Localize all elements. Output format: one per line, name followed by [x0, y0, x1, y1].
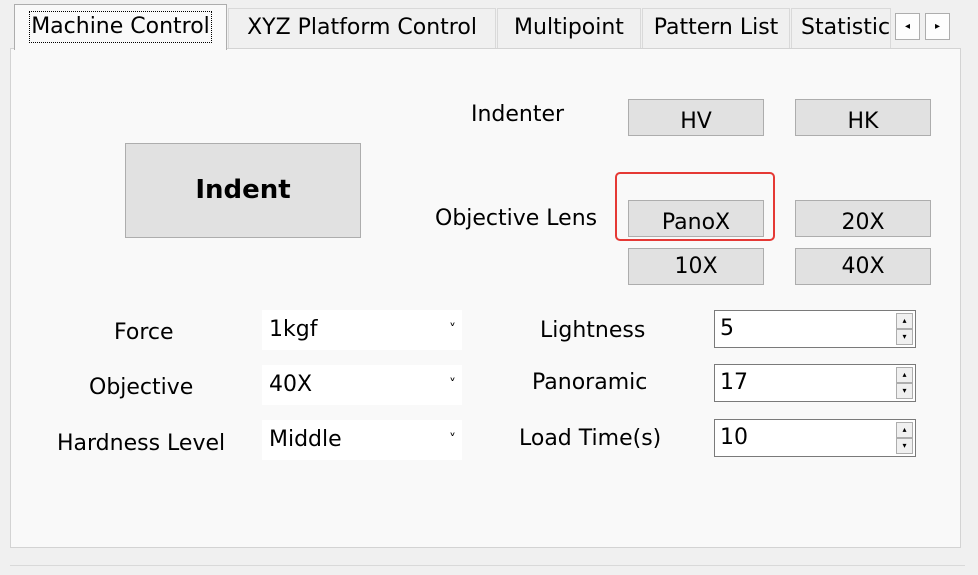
indenter-label: Indenter [471, 102, 565, 127]
panoramic-label: Panoramic [532, 370, 648, 395]
tab-statistic[interactable]: Statistic [791, 8, 891, 48]
divider [10, 565, 965, 566]
tab-multipoint[interactable]: Multipoint [497, 8, 641, 48]
chevron-down-icon: ˅ [449, 432, 456, 448]
tab-scroll-right-button[interactable]: ▸ [925, 13, 950, 40]
tab-label: XYZ Platform Control [247, 15, 477, 40]
panoramic-spinbox[interactable]: 17 ▴ ▾ [714, 364, 916, 402]
objective-value: 40X [269, 372, 313, 397]
load-time-value: 10 [720, 425, 748, 450]
tab-machine-control[interactable]: Machine Control [14, 4, 227, 50]
spin-down-icon[interactable]: ▾ [896, 438, 913, 454]
force-label: Force [114, 320, 174, 345]
spin-up-icon[interactable]: ▴ [896, 313, 913, 329]
tab-label: Multipoint [514, 15, 624, 40]
lightness-label: Lightness [540, 318, 646, 343]
hardness-level-value: Middle [269, 427, 342, 452]
lens-40x-button[interactable]: 40X [795, 248, 931, 285]
lens-10x-button[interactable]: 10X [628, 248, 764, 285]
indenter-hv-button[interactable]: HV [628, 99, 764, 136]
chevron-right-icon: ▸ [934, 21, 941, 32]
lightness-value: 5 [720, 316, 734, 341]
chevron-left-icon: ◂ [904, 21, 911, 32]
load-time-label: Load Time(s) [519, 426, 662, 451]
indent-button[interactable]: Indent [125, 143, 361, 238]
objective-lens-label: Objective Lens [435, 206, 598, 231]
hardness-level-label: Hardness Level [57, 431, 226, 456]
load-time-spinbox[interactable]: 10 ▴ ▾ [714, 419, 916, 457]
objective-label: Objective [89, 375, 194, 400]
tab-label: Machine Control [29, 11, 212, 43]
spin-down-icon[interactable]: ▾ [896, 383, 913, 399]
chevron-down-icon: ˅ [449, 377, 456, 393]
tab-xyz-platform-control[interactable]: XYZ Platform Control [228, 8, 496, 48]
objective-select[interactable]: 40X ˅ [262, 365, 462, 405]
force-value: 1kgf [269, 317, 318, 342]
lens-panox-button[interactable]: PanoX [628, 200, 764, 237]
chevron-down-icon: ˅ [449, 322, 456, 338]
spin-down-icon[interactable]: ▾ [896, 329, 913, 345]
indenter-hk-button[interactable]: HK [795, 99, 931, 136]
panoramic-value: 17 [720, 370, 748, 395]
lens-20x-button[interactable]: 20X [795, 200, 931, 237]
spin-up-icon[interactable]: ▴ [896, 422, 913, 438]
tab-label: Statistic [801, 15, 891, 40]
force-select[interactable]: 1kgf ˅ [262, 310, 462, 350]
tab-pattern-list[interactable]: Pattern List [642, 8, 790, 48]
hardness-level-select[interactable]: Middle ˅ [262, 420, 462, 460]
spin-up-icon[interactable]: ▴ [896, 367, 913, 383]
tab-scroll-left-button[interactable]: ◂ [895, 13, 920, 40]
tab-label: Pattern List [653, 15, 779, 40]
lightness-spinbox[interactable]: 5 ▴ ▾ [714, 310, 916, 348]
